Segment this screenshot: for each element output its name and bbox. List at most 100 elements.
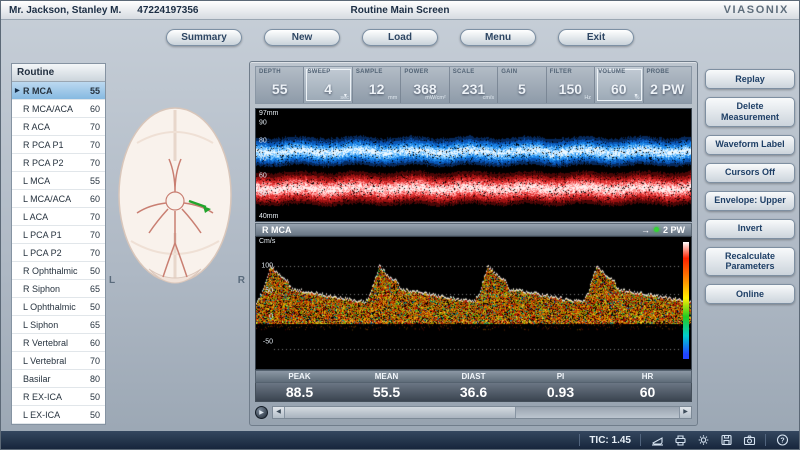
exit-button[interactable]: Exit [558, 29, 634, 46]
printer-icon[interactable] [673, 434, 687, 447]
vessel-row[interactable]: L MCA 55 [12, 172, 105, 190]
footswitch-icon[interactable] [650, 434, 664, 447]
vessel-depth: 60 [85, 104, 100, 114]
play-button[interactable] [255, 406, 268, 419]
brain-diagram[interactable]: L R [105, 93, 245, 308]
vessel-list: R MCA 55 R MCA/ACA 60 R ACA 70 R PCA P1 … [12, 82, 105, 424]
mmode-tick-label: 50 [259, 191, 267, 198]
vessel-depth: 50 [85, 266, 100, 276]
param-cell[interactable]: SCALE 231 cm/s [450, 67, 498, 103]
replay-scroll-row [255, 405, 692, 419]
vessel-depth: 80 [85, 374, 100, 384]
param-cell[interactable]: POWER 368 mW/cm² [401, 67, 449, 103]
param-unit: mm [388, 95, 397, 101]
vessel-row[interactable]: R MCA/ACA 60 [12, 100, 105, 118]
scroll-right-arrow-icon[interactable] [679, 407, 691, 418]
vessel-row[interactable]: L EX-ICA 50 [12, 406, 105, 424]
archive-icon[interactable] [719, 434, 733, 447]
envelope-upper-button[interactable]: Envelope: Upper [705, 191, 795, 211]
vessel-label: R EX-ICA [23, 392, 85, 402]
camera-icon[interactable] [742, 434, 756, 447]
measurement-headers: PEAKMEANDIASTPIHR [255, 370, 692, 383]
vessel-label: L MCA [23, 176, 85, 186]
spectrum-canvas[interactable] [256, 237, 691, 369]
vessel-sidebar: Routine R MCA 55 R MCA/ACA 60 R ACA 70 R… [11, 63, 106, 425]
new-button[interactable]: New [264, 29, 340, 46]
param-value: 60 [611, 81, 627, 97]
measurement-value: 36.6 [430, 383, 517, 401]
vessel-row[interactable]: L MCA/ACA 60 [12, 190, 105, 208]
brain-illustration [105, 93, 245, 308]
velocity-tick-label: 0 [257, 313, 273, 320]
velocity-ticks: 100500-50 [257, 266, 273, 349]
delete-measurement-button[interactable]: Delete Measurement [705, 97, 795, 127]
mmode-tick-label: 80 [259, 137, 267, 144]
gear-icon[interactable] [696, 434, 710, 447]
svg-text:?: ? [780, 437, 784, 444]
param-name: VOLUME [598, 69, 625, 75]
measurement-value: 0.93 [517, 383, 604, 401]
measurement-label: PI [517, 371, 604, 382]
vessel-row[interactable]: R PCA P1 70 [12, 136, 105, 154]
measurement-value: 88.5 [256, 383, 343, 401]
mmode-canvas[interactable] [256, 109, 691, 221]
vessel-label: L PCA P1 [23, 230, 85, 240]
waveform-label-button[interactable]: Waveform Label [705, 135, 795, 155]
vessel-row[interactable]: R Vertebral 60 [12, 334, 105, 352]
statusbar-separator [579, 434, 580, 446]
timeline-scrollbar[interactable] [272, 406, 692, 419]
measurement-label: PEAK [256, 371, 343, 382]
menu-button[interactable]: Menu [460, 29, 536, 46]
vessel-row[interactable]: R MCA 55 [12, 82, 105, 100]
vessel-row[interactable]: R PCA P2 70 [12, 154, 105, 172]
param-cell[interactable]: PROBE 2 PW [644, 67, 691, 103]
recalculate-parameters-button[interactable]: Recalculate Parameters [705, 247, 795, 277]
vessel-row[interactable]: Basilar 80 [12, 370, 105, 388]
param-cell[interactable]: DEPTH 55 [256, 67, 304, 103]
scrollbar-thumb[interactable] [285, 407, 516, 418]
cursors-off-button[interactable]: Cursors Off [705, 163, 795, 183]
patient-name: Mr. Jackson, Stanley M. [9, 5, 121, 16]
load-button[interactable]: Load [362, 29, 438, 46]
param-unit: cm/s [483, 95, 495, 101]
param-cell[interactable]: FILTER 150 Hz [547, 67, 595, 103]
param-cell[interactable]: SAMPLE 12 mm [353, 67, 401, 103]
vessel-row[interactable]: L PCA P2 70 [12, 244, 105, 262]
vessel-row[interactable]: R Siphon 65 [12, 280, 105, 298]
vessel-label: R Vertebral [23, 338, 85, 348]
help-icon[interactable]: ? [775, 434, 789, 447]
param-name: SCALE [453, 69, 475, 75]
online-button[interactable]: Online [705, 284, 795, 304]
vessel-depth: 70 [85, 140, 100, 150]
probe-status: → 2 PW [641, 225, 685, 235]
vessel-row[interactable]: R Ophthalmic 50 [12, 262, 105, 280]
spectrum-display: Cm/s 100500-50 [255, 236, 692, 370]
param-cell[interactable]: SWEEP 4 sec [304, 67, 352, 103]
scroll-left-arrow-icon[interactable] [273, 407, 285, 418]
vessel-row[interactable]: L Vertebral 70 [12, 352, 105, 370]
vessel-label: R Ophthalmic [23, 266, 85, 276]
vessel-row[interactable]: L Siphon 65 [12, 316, 105, 334]
summary-button[interactable]: Summary [166, 29, 242, 46]
mmode-tick-label: 70 [259, 155, 267, 162]
vessel-label: L Ophthalmic [23, 302, 85, 312]
vessel-depth: 70 [85, 356, 100, 366]
vessel-label: Basilar [23, 374, 85, 384]
velocity-unit-label: Cm/s [259, 238, 275, 245]
param-cell[interactable]: GAIN 5 [498, 67, 546, 103]
vessel-row[interactable]: L PCA P1 70 [12, 226, 105, 244]
velocity-tick-label: 50 [257, 288, 273, 295]
replay-button[interactable]: Replay [705, 69, 795, 89]
param-cell[interactable]: VOLUME 60 % [595, 67, 643, 103]
brain-left-label: L [109, 275, 115, 286]
vessel-label: L Vertebral [23, 356, 85, 366]
parameter-panel: DEPTH 55 SWEEP 4 sec SAMPLE 12 mm POWER … [255, 66, 692, 104]
vessel-row[interactable]: L Ophthalmic 50 [12, 298, 105, 316]
vessel-row[interactable]: R ACA 70 [12, 118, 105, 136]
vessel-row[interactable]: L ACA 70 [12, 208, 105, 226]
vessel-label: R MCA [23, 86, 85, 96]
vessel-row[interactable]: R EX-ICA 50 [12, 388, 105, 406]
vessel-depth: 70 [85, 230, 100, 240]
vessel-label: L PCA P2 [23, 248, 85, 258]
invert-button[interactable]: Invert [705, 219, 795, 239]
